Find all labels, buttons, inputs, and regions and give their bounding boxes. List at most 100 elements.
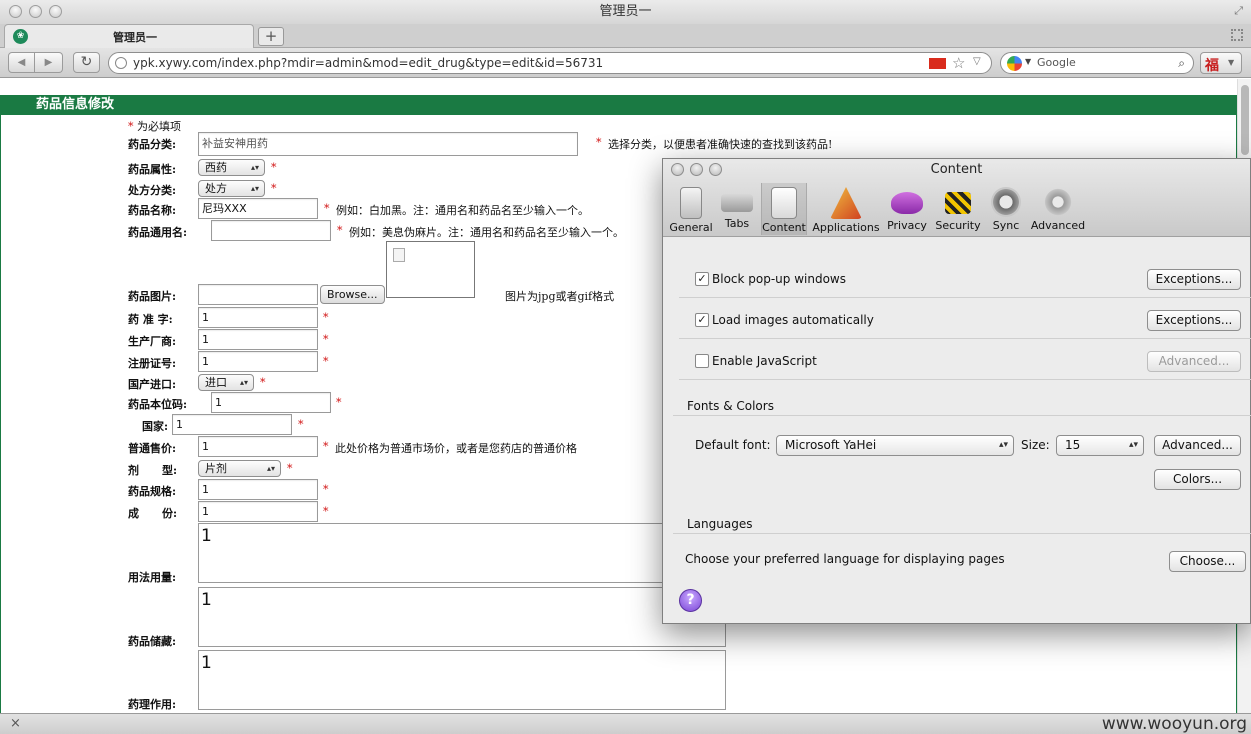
registration-input[interactable]: 1 <box>198 351 318 372</box>
general-icon <box>680 187 702 219</box>
label-drug-name: 药品名称: <box>128 204 177 217</box>
required-star: * <box>323 505 329 518</box>
prescription-select[interactable]: 处方 ▴▾ <box>198 180 265 197</box>
block-popups-label[interactable]: Block pop-up windows <box>712 272 846 286</box>
manufacturer-input[interactable]: 1 <box>198 329 318 350</box>
extension-button[interactable]: 福 ▼ <box>1200 52 1242 74</box>
dialog-titlebar: Content General Tabs Content Application… <box>663 159 1250 237</box>
dosage-form-select[interactable]: 片剂 ▴▾ <box>198 460 281 477</box>
new-tab-button[interactable]: + <box>258 27 284 46</box>
required-star: * <box>323 483 329 496</box>
image-file-input[interactable] <box>198 284 318 305</box>
approval-input[interactable]: 1 <box>198 307 318 328</box>
url-dropdown-icon[interactable]: ▽ <box>973 56 981 67</box>
zoom-window-icon[interactable] <box>49 5 62 18</box>
tab-security-label: Security <box>935 219 981 232</box>
label-usage: 用法用量: <box>128 571 177 584</box>
usage-textarea[interactable]: 1 <box>198 523 726 583</box>
tab-general[interactable]: General <box>669 183 713 235</box>
popup-exceptions-button[interactable]: Exceptions... <box>1147 269 1241 290</box>
back-button[interactable]: ◀ <box>8 52 35 73</box>
google-icon[interactable] <box>1007 56 1022 71</box>
required-star: * <box>323 440 329 453</box>
country-input[interactable]: 1 <box>172 414 292 435</box>
url-text[interactable]: ypk.xywy.com/index.php?mdir=admin&mod=ed… <box>133 56 603 70</box>
images-exceptions-button[interactable]: Exceptions... <box>1147 310 1241 331</box>
navigation-toolbar: ◀ ▶ ↻ ypk.xywy.com/index.php?mdir=admin&… <box>0 48 1251 78</box>
site-favicon-icon: ❀ <box>13 29 28 44</box>
preferences-dialog: Content General Tabs Content Application… <box>662 158 1251 624</box>
tab-tabs-label: Tabs <box>724 217 750 230</box>
tab-grid-icon[interactable] <box>1231 29 1243 41</box>
tabs-icon <box>721 194 753 212</box>
attribute-value: 西药 <box>205 161 227 174</box>
forward-button[interactable]: ▶ <box>35 52 63 73</box>
search-input[interactable]: Google <box>1037 56 1076 69</box>
search-bar[interactable]: ▼ Google ⌕ <box>1000 52 1194 74</box>
required-star: * <box>271 161 277 174</box>
tab-general-label: General <box>669 221 713 234</box>
china-flag-icon <box>929 58 946 69</box>
tab-tabs[interactable]: Tabs <box>715 183 759 235</box>
search-icon[interactable]: ⌕ <box>1178 56 1185 71</box>
required-star: * <box>323 333 329 346</box>
tab-security[interactable]: Security <box>933 183 983 235</box>
enable-js-checkbox[interactable] <box>695 354 709 368</box>
choose-language-button[interactable]: Choose... <box>1169 551 1246 572</box>
label-storage: 药品储藏: <box>128 635 177 648</box>
default-font-label: Default font: <box>695 438 771 452</box>
category-hint: 选择分类，以便患者准确快速的查找到该药品! <box>608 138 833 151</box>
globe-icon <box>115 57 127 69</box>
minimize-window-icon[interactable] <box>29 5 42 18</box>
load-images-label[interactable]: Load images automatically <box>712 313 874 327</box>
window-title: 管理员一 <box>599 4 652 19</box>
tab-advanced[interactable]: Advanced <box>1030 183 1086 235</box>
storage-textarea[interactable]: 1 <box>198 587 726 647</box>
reload-button[interactable]: ↻ <box>73 52 100 73</box>
label-image: 药品图片: <box>128 290 177 303</box>
required-star: * <box>324 202 330 215</box>
origin-select[interactable]: 进口 ▴▾ <box>198 374 254 391</box>
load-images-checkbox[interactable]: ✓ <box>695 313 709 327</box>
close-window-icon[interactable] <box>9 5 22 18</box>
colors-button[interactable]: Colors... <box>1154 469 1241 490</box>
tab-content[interactable]: Content <box>761 183 807 235</box>
tab-privacy[interactable]: Privacy <box>885 183 929 235</box>
status-bar: × www.wooyun.org <box>0 713 1251 734</box>
pharmacology-textarea[interactable]: 1 <box>198 650 726 710</box>
attribute-select[interactable]: 西药 ▴▾ <box>198 159 265 176</box>
tab-applications[interactable]: Applications <box>811 183 881 235</box>
font-size-select[interactable]: 15 ▴▾ <box>1056 435 1144 456</box>
enable-js-label[interactable]: Enable JavaScript <box>712 354 817 368</box>
standard-code-input[interactable]: 1 <box>211 392 331 413</box>
browse-button[interactable]: Browse... <box>320 285 385 304</box>
label-origin: 国产进口: <box>128 378 177 391</box>
tab-sync[interactable]: Sync <box>986 183 1026 235</box>
spec-input[interactable]: 1 <box>198 479 318 500</box>
generic-name-input[interactable] <box>211 220 331 241</box>
scrollbar-thumb[interactable] <box>1241 85 1249 155</box>
drug-name-input[interactable]: 尼玛XXX <box>198 198 318 219</box>
close-status-icon[interactable]: × <box>10 716 21 731</box>
price-hint: 此处价格为普通市场价，或者是您药店的普通价格 <box>335 442 577 455</box>
bookmark-star-icon[interactable]: ☆ <box>952 54 965 72</box>
label-attribute: 药品属性: <box>128 163 177 176</box>
help-icon[interactable]: ? <box>679 589 702 612</box>
label-pharmacology: 药理作用: <box>128 698 177 711</box>
ingredients-input[interactable]: 1 <box>198 501 318 522</box>
select-arrow-icon: ▴▾ <box>266 464 275 473</box>
fonts-advanced-button[interactable]: Advanced... <box>1154 435 1241 456</box>
tab-advanced-label: Advanced <box>1030 219 1086 232</box>
tab-privacy-label: Privacy <box>887 219 927 232</box>
required-mark: * <box>128 120 134 133</box>
divider <box>673 533 1251 534</box>
block-popups-checkbox[interactable]: ✓ <box>695 272 709 286</box>
default-font-select[interactable]: Microsoft YaHei ▴▾ <box>776 435 1014 456</box>
price-input[interactable]: 1 <box>198 436 318 457</box>
search-engine-caret-icon[interactable]: ▼ <box>1025 57 1031 66</box>
tab-active[interactable]: ❀ 管理员一 <box>4 24 254 48</box>
address-bar[interactable]: ypk.xywy.com/index.php?mdir=admin&mod=ed… <box>108 52 992 74</box>
category-input[interactable]: 补益安神用药 <box>198 132 578 156</box>
font-size-value: 15 <box>1065 438 1081 452</box>
fullscreen-icon[interactable]: ⤢ <box>1234 4 1243 18</box>
